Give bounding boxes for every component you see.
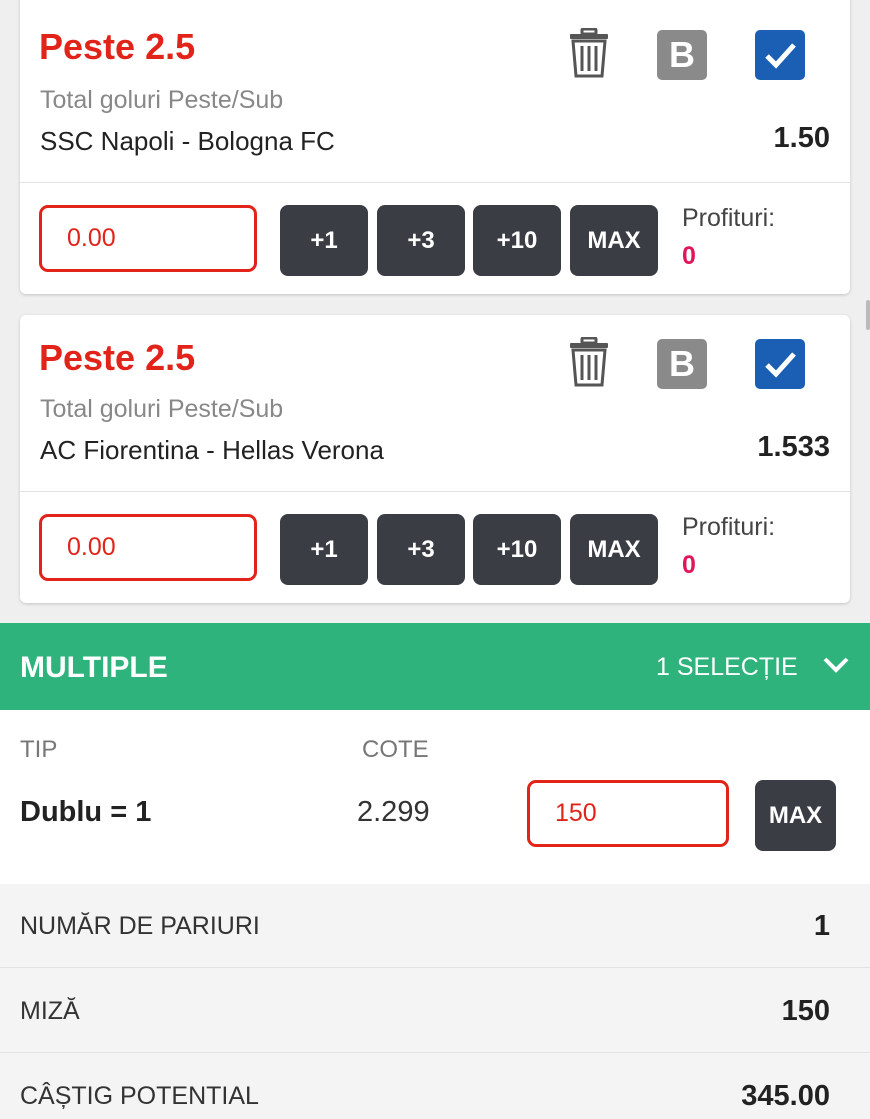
bet-odds: 2.299 — [357, 796, 430, 828]
summary-label: MIZĂ — [20, 997, 80, 1025]
multiple-title: MULTIPLE — [20, 651, 168, 684]
summary-value: 150 — [781, 995, 830, 1027]
selection-odds: 1.50 — [773, 122, 830, 154]
trash-icon[interactable] — [568, 27, 610, 78]
scrollbar[interactable] — [866, 300, 870, 330]
summary-label: CÂȘTIG POTENTIAL — [20, 1082, 259, 1110]
summary-row: CÂȘTIG POTENTIAL 345.00 — [0, 1054, 870, 1119]
selection-event: AC Fiorentina - Hellas Verona — [40, 435, 384, 465]
banker-b-icon[interactable]: B — [657, 30, 707, 80]
multiple-body: TIP COTE Dublu = 1 2.299 MAX — [0, 710, 870, 884]
selection-event: SSC Napoli - Bologna FC — [40, 126, 335, 156]
profit-label: Profituri: — [682, 513, 776, 541]
column-header-cote: COTE — [362, 736, 429, 763]
banker-b-icon[interactable]: B — [657, 339, 707, 389]
quick-stake-plus3-button[interactable]: +3 — [377, 205, 465, 276]
selection-count: 1 SELECȚIE — [656, 653, 798, 681]
summary-row: MIZĂ 150 — [0, 969, 870, 1053]
selection-market: Total goluri Peste/Sub — [40, 395, 284, 423]
checkbox-checked-icon[interactable] — [755, 339, 805, 389]
stake-input[interactable] — [39, 205, 257, 272]
quick-stake-plus3-button[interactable]: +3 — [377, 514, 465, 585]
profit-value: 0 — [682, 242, 696, 270]
quick-stake-plus10-button[interactable]: +10 — [473, 514, 561, 585]
column-header-tip: TIP — [20, 736, 58, 763]
bet-type: Dublu = 1 — [20, 796, 152, 828]
multiple-stake-input[interactable] — [527, 780, 729, 847]
divider — [20, 182, 850, 183]
chevron-down-icon[interactable] — [822, 655, 850, 675]
divider — [20, 491, 850, 492]
profit-value: 0 — [682, 551, 696, 579]
quick-stake-plus10-button[interactable]: +10 — [473, 205, 561, 276]
quick-stake-max-button[interactable]: MAX — [570, 514, 658, 585]
checkbox-checked-icon[interactable] — [755, 30, 805, 80]
selection-market: Total goluri Peste/Sub — [40, 86, 284, 114]
profit-label: Profituri: — [682, 204, 776, 232]
selection-odds: 1.533 — [757, 431, 830, 463]
selection-card: Peste 2.5 B Total goluri Peste/Sub SSC N… — [20, 0, 850, 294]
quick-stake-plus1-button[interactable]: +1 — [280, 514, 368, 585]
summary-label: NUMĂR DE PARIURI — [20, 912, 260, 940]
selection-title: Peste 2.5 — [39, 26, 196, 67]
quick-stake-plus1-button[interactable]: +1 — [280, 205, 368, 276]
selection-title: Peste 2.5 — [39, 337, 196, 378]
trash-icon[interactable] — [568, 336, 610, 387]
summary-row: NUMĂR DE PARIURI 1 — [0, 884, 870, 968]
selection-card: Peste 2.5 B Total goluri Peste/Sub AC Fi… — [20, 315, 850, 603]
multiple-header[interactable]: MULTIPLE 1 SELECȚIE — [0, 623, 870, 710]
quick-stake-max-button[interactable]: MAX — [570, 205, 658, 276]
stake-input[interactable] — [39, 514, 257, 581]
bet-summary: NUMĂR DE PARIURI 1 MIZĂ 150 CÂȘTIG POTEN… — [0, 884, 870, 1119]
summary-value: 1 — [813, 910, 830, 942]
multiple-max-button[interactable]: MAX — [755, 780, 836, 851]
summary-value: 345.00 — [741, 1080, 830, 1112]
